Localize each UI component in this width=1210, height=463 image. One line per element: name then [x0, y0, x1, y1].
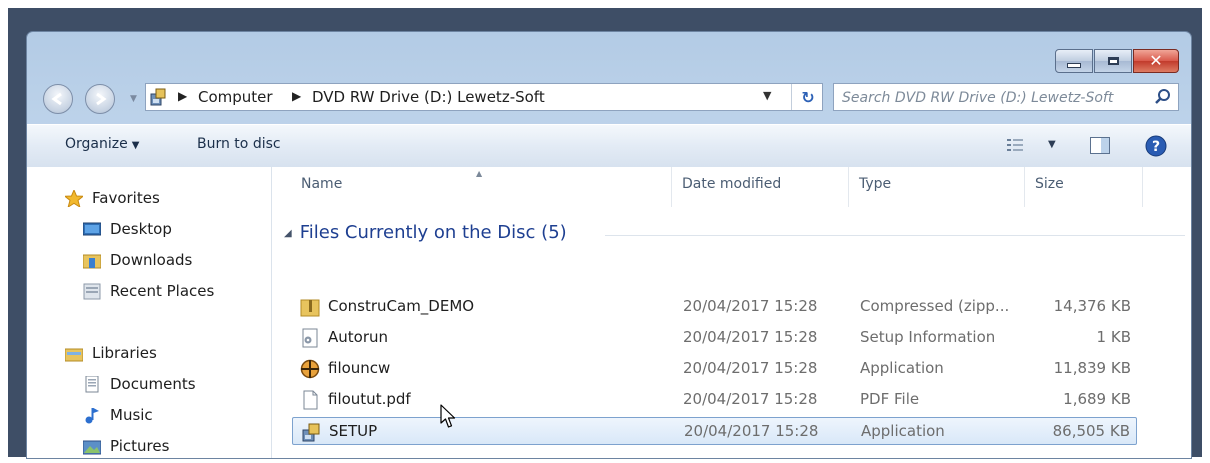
nav-recent-places-label: Recent Places: [110, 282, 215, 300]
music-icon: [85, 408, 99, 424]
breadcrumb-separator[interactable]: ▶: [292, 89, 301, 103]
zip-folder-icon: [300, 299, 320, 317]
file-date: 20/04/2017 15:28: [683, 390, 818, 408]
minimize-button[interactable]: [1055, 49, 1093, 73]
nav-music-label: Music: [110, 406, 153, 424]
table-row[interactable]: Autorun 20/04/2017 15:28 Setup Informati…: [292, 324, 1137, 352]
recent-places-icon: [83, 283, 101, 300]
recent-pages-dropdown[interactable]: ▼: [130, 94, 137, 104]
back-arrow-icon: [51, 92, 62, 106]
search-input[interactable]: [840, 87, 1144, 109]
close-button[interactable]: ✕: [1133, 49, 1179, 73]
file-type: Setup Information: [860, 328, 996, 346]
column-divider[interactable]: [848, 167, 849, 207]
group-header-label: Files Currently on the Disc (5): [299, 222, 567, 243]
address-bar[interactable]: ▶ Computer ▶ DVD RW Drive (D:) Lewetz-So…: [145, 83, 823, 111]
file-name: filouncw: [328, 359, 391, 377]
breadcrumb-dvd-drive[interactable]: DVD RW Drive (D:) Lewetz-Soft: [312, 88, 545, 106]
file-date: 20/04/2017 15:28: [683, 297, 818, 315]
pictures-icon: [83, 440, 101, 455]
downloads-folder-icon: [83, 254, 101, 269]
preview-pane-icon[interactable]: [1090, 137, 1110, 154]
group-header[interactable]: ◢ Files Currently on the Disc (5): [284, 222, 567, 243]
organize-button[interactable]: Organize ▼: [65, 136, 139, 152]
navigation-pane: Favorites Desktop Downloads Recent Place…: [27, 167, 272, 458]
chevron-down-icon: ▼: [131, 140, 140, 151]
search-icon[interactable]: [1154, 88, 1172, 106]
table-row[interactable]: filoutut.pdf 20/04/2017 15:28 PDF File 1…: [292, 386, 1137, 414]
file-name: Autorun: [328, 328, 389, 346]
file-type: PDF File: [860, 390, 920, 408]
maximize-button[interactable]: [1094, 49, 1132, 73]
window-controls: ✕: [1054, 49, 1179, 73]
refresh-button[interactable]: ↻: [791, 84, 824, 110]
file-list-pane: Name ▲ Date modified Type Size ◢ Files Cu…: [272, 167, 1191, 458]
breadcrumb-computer[interactable]: Computer: [198, 88, 273, 106]
column-header-type[interactable]: Type: [859, 176, 891, 192]
forward-button[interactable]: [85, 84, 115, 114]
breadcrumb-separator[interactable]: ▶: [178, 89, 187, 103]
address-history-dropdown[interactable]: ▼: [763, 89, 771, 102]
minimize-icon: [1067, 62, 1081, 68]
file-date: 20/04/2017 15:28: [683, 359, 818, 377]
svg-text:?: ?: [1152, 139, 1160, 155]
file-name: SETUP: [329, 422, 378, 440]
help-icon[interactable]: ?: [1145, 135, 1167, 157]
close-icon: ✕: [1149, 51, 1163, 70]
column-header-name[interactable]: Name: [301, 176, 342, 192]
explorer-window: ✕ ▼ ▶ Computer ▶ DVD RW Drive (D:) Lewet…: [26, 31, 1192, 459]
command-bar: Organize ▼ Burn to disc ▼ ?: [27, 124, 1191, 168]
file-type: Compressed (zipp...: [860, 297, 1010, 315]
search-box[interactable]: [833, 83, 1179, 111]
file-type: Application: [861, 422, 945, 440]
burn-to-disc-button[interactable]: Burn to disc: [197, 136, 281, 152]
sort-ascending-icon: ▲: [476, 169, 483, 178]
nav-downloads-label: Downloads: [110, 251, 193, 269]
forward-arrow-icon: [96, 92, 107, 106]
nav-desktop-label: Desktop: [110, 220, 172, 238]
refresh-icon: ↻: [801, 87, 815, 107]
documents-icon: [85, 376, 99, 393]
file-type: Application: [860, 359, 944, 377]
file-name: filoutut.pdf: [328, 390, 411, 408]
table-row[interactable]: ConstruCam_DEMO 20/04/2017 15:28 Compres…: [292, 293, 1137, 321]
file-size: 86,505 KB: [1052, 422, 1130, 440]
file-size: 11,839 KB: [1053, 359, 1131, 377]
back-button[interactable]: [43, 84, 73, 114]
libraries-icon: [65, 348, 83, 362]
nav-documents-label: Documents: [110, 375, 196, 393]
column-divider[interactable]: [671, 167, 672, 207]
file-size: 14,376 KB: [1053, 297, 1131, 315]
column-divider[interactable]: [1024, 167, 1025, 207]
file-size: 1,689 KB: [1063, 390, 1131, 408]
group-divider: [605, 235, 1185, 236]
maximize-icon: [1107, 57, 1119, 65]
view-options-icon[interactable]: [1007, 138, 1023, 152]
column-divider[interactable]: [1142, 167, 1143, 207]
star-icon: [65, 190, 83, 207]
file-size: 1 KB: [1096, 328, 1131, 346]
setup-info-icon: [302, 328, 318, 348]
setup-drive-icon: [150, 88, 166, 106]
organize-label: Organize: [65, 136, 128, 152]
setup-app-icon: [302, 423, 320, 442]
table-row-selected[interactable]: SETUP 20/04/2017 15:28 Application 86,50…: [292, 417, 1137, 445]
file-name: ConstruCam_DEMO: [328, 297, 475, 315]
column-header-date[interactable]: Date modified: [682, 176, 781, 192]
view-dropdown-icon[interactable]: ▼: [1048, 139, 1056, 150]
file-date: 20/04/2017 15:28: [684, 422, 819, 440]
file-date: 20/04/2017 15:28: [683, 328, 818, 346]
nav-favorites-label: Favorites: [92, 189, 160, 207]
pdf-file-icon: [303, 390, 318, 410]
nav-libraries-label: Libraries: [92, 344, 157, 362]
desktop-icon: [83, 222, 101, 236]
app-crosshair-icon: [300, 359, 320, 379]
column-header-size[interactable]: Size: [1035, 176, 1064, 192]
table-row[interactable]: filouncw 20/04/2017 15:28 Application 11…: [292, 355, 1137, 383]
collapse-triangle-icon[interactable]: ◢: [284, 228, 292, 239]
nav-pictures-label: Pictures: [110, 437, 170, 455]
mouse-cursor-icon: [440, 404, 456, 428]
